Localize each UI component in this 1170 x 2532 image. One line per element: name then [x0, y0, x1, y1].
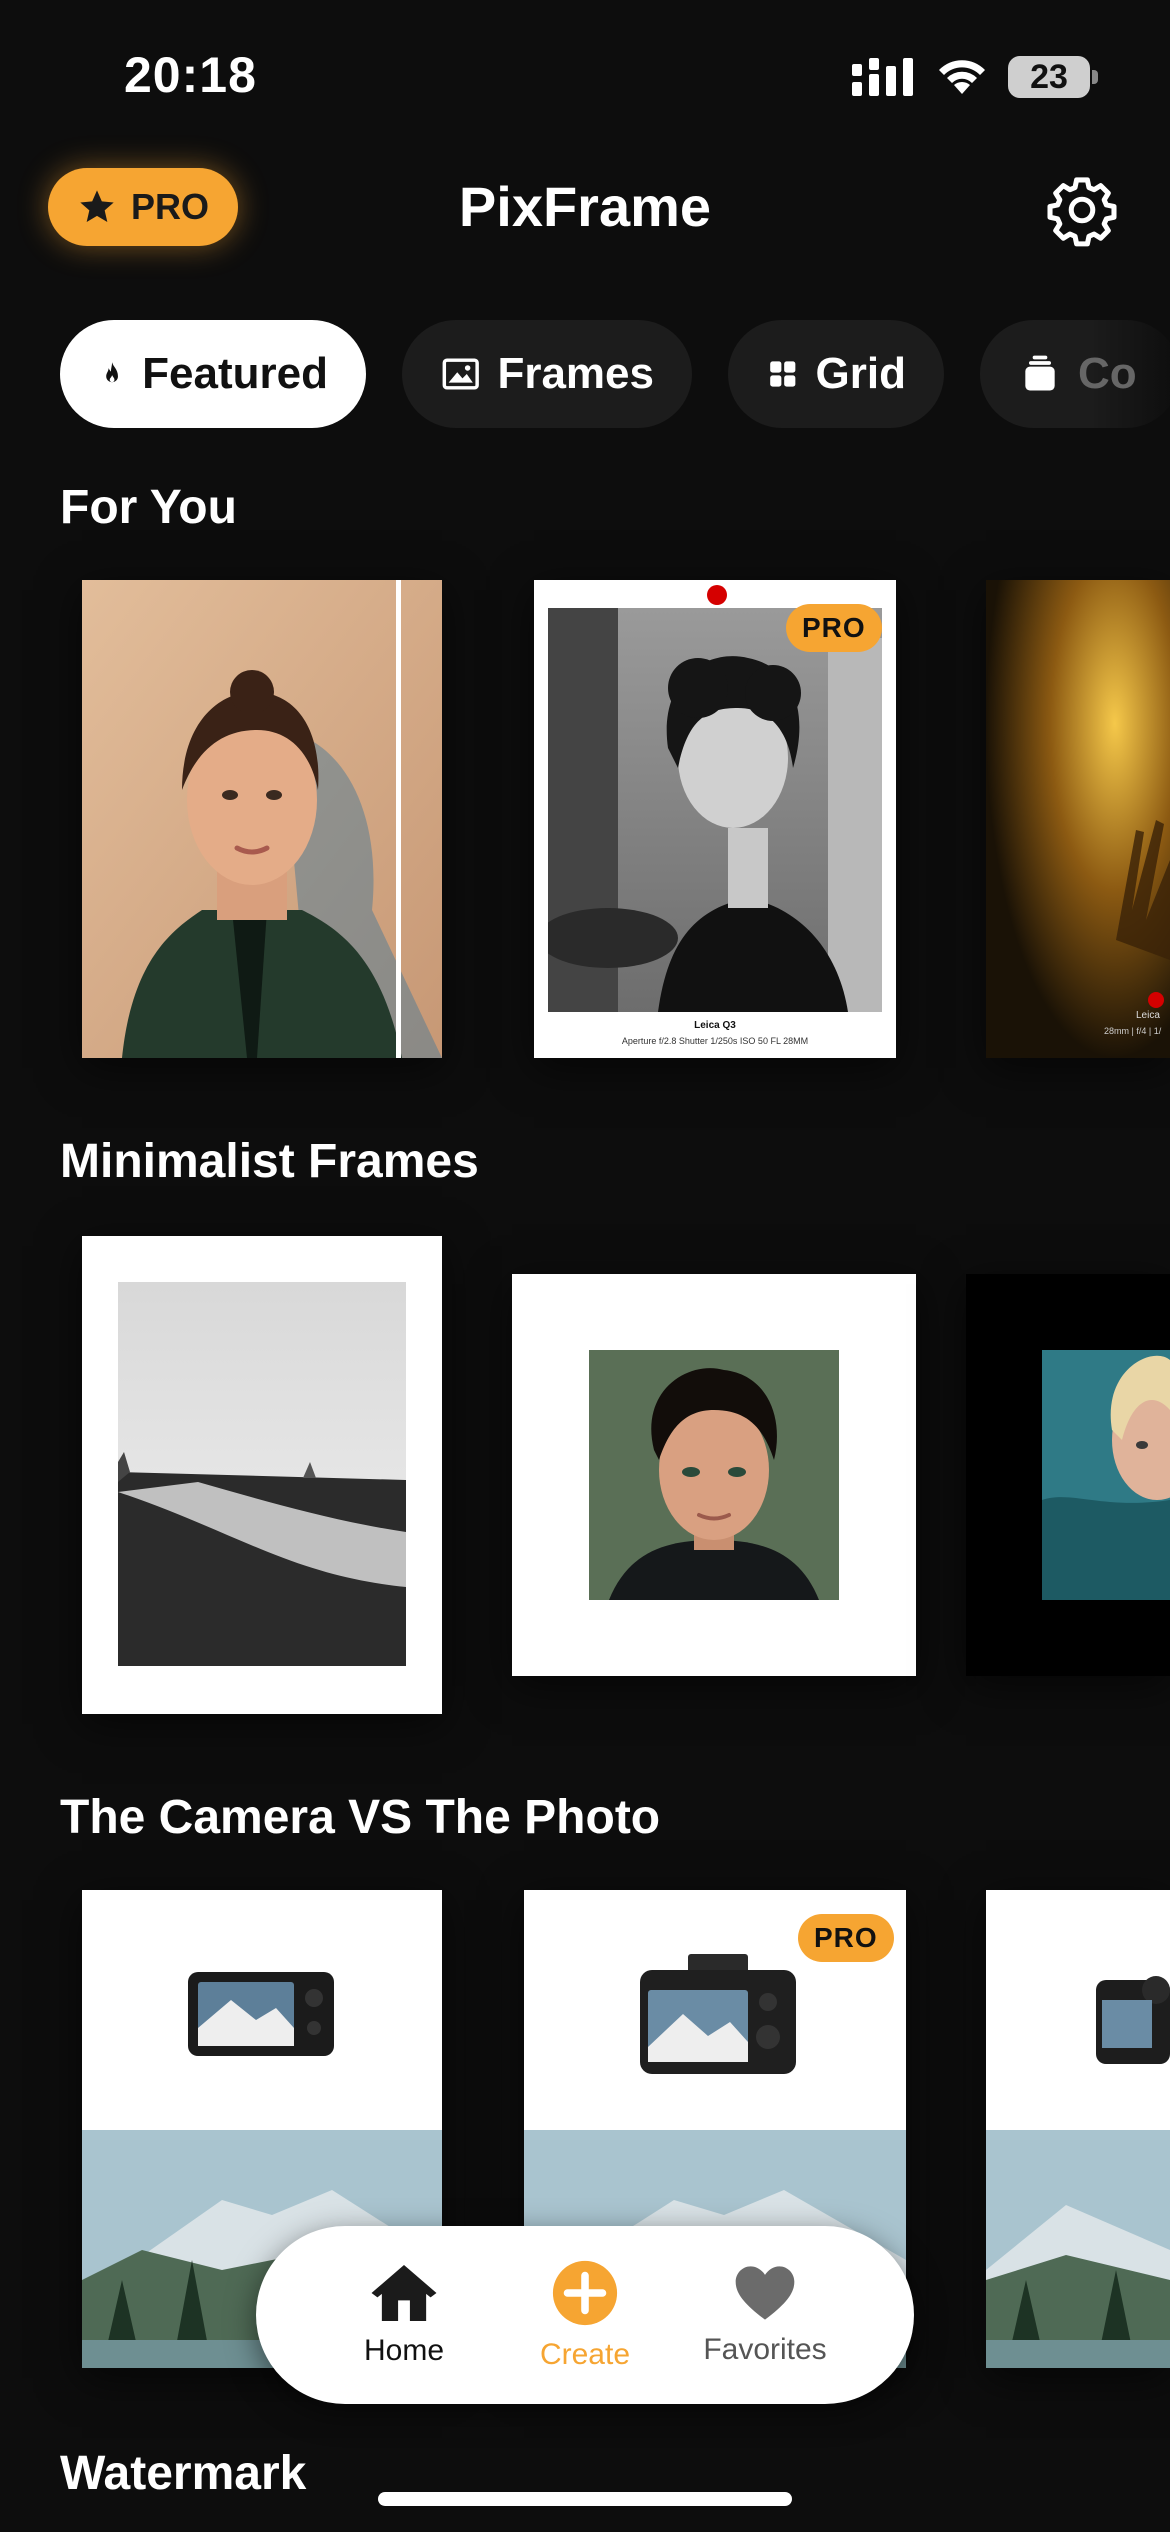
beach-photo [118, 1282, 406, 1666]
template-card[interactable] [966, 1274, 1170, 1676]
tab-label: Grid [815, 349, 906, 398]
man-portrait-photo [589, 1350, 839, 1600]
tab-label: Featured [142, 349, 328, 398]
battery-indicator: 23 [1008, 56, 1090, 98]
signal-icon [852, 58, 913, 96]
status-time: 20:18 [124, 47, 257, 103]
stack-icon [1025, 355, 1055, 391]
home-icon [371, 2264, 437, 2322]
flame-icon [106, 362, 118, 383]
leica-logo [707, 585, 727, 605]
pro-badge: PRO [786, 604, 882, 652]
section-title-minimalist: Minimalist Frames [60, 1135, 479, 1188]
tab-frames[interactable]: Frames [402, 320, 692, 428]
camera-model: Leica Q3 [694, 1020, 736, 1031]
template-card[interactable] [986, 1890, 1170, 2368]
section-title-for-you: For You [60, 481, 237, 534]
camera-model: Leica [1136, 1010, 1160, 1021]
nav-label: Create [539, 2338, 631, 2371]
portrait-photo [82, 580, 442, 1058]
tab-label: Co [1078, 349, 1137, 398]
nav-label: Favorites [703, 2333, 827, 2366]
nav-create[interactable]: Create [495, 2226, 675, 2404]
template-card[interactable] [82, 580, 442, 1058]
tab-featured[interactable]: Featured [60, 320, 366, 428]
section-title-camera-vs-photo: The Camera VS The Photo [60, 1791, 661, 1844]
app-title: PixFrame [458, 175, 712, 238]
battery-nub [1092, 70, 1098, 84]
swimmer-photo [1042, 1350, 1170, 1600]
wifi-icon [939, 60, 985, 94]
section-title-watermark: Watermark [60, 2447, 307, 2500]
tab-label: Frames [497, 349, 654, 398]
light-shadow-photo [986, 580, 1170, 1058]
exif-info: 28mm | f/4 | 1/ [1104, 1026, 1162, 1036]
nav-favorites[interactable]: Favorites [675, 2226, 855, 2404]
template-card[interactable]: Leica 28mm | f/4 | 1/ [986, 580, 1170, 1058]
mountain-photo [986, 2130, 1170, 2368]
tab-collage[interactable]: Co [980, 320, 1170, 428]
medium-format-camera-icon [640, 1954, 796, 2074]
nav-label: Home [363, 2334, 445, 2367]
grid-icon [770, 361, 796, 387]
tab-grid[interactable]: Grid [728, 320, 944, 428]
compact-camera-icon [188, 1972, 334, 2056]
image-icon [442, 358, 479, 390]
home-indicator [378, 2492, 792, 2506]
heart-icon [735, 2266, 795, 2320]
plus-icon [552, 2260, 618, 2326]
leica-logo [1148, 992, 1164, 1008]
pro-badge: PRO [798, 1914, 894, 1962]
gear-icon[interactable] [1044, 172, 1120, 248]
exif-info: Aperture f/2.8 Shutter 1/250s ISO 50 FL … [621, 1036, 809, 1046]
template-card[interactable] [512, 1274, 916, 1676]
nav-home[interactable]: Home [314, 2226, 494, 2404]
template-card[interactable]: PRO Leica Q3 Aperture f/2.8 Shutter 1/25… [534, 580, 896, 1058]
dslr-camera-icon [1096, 1976, 1170, 2064]
template-card[interactable] [82, 1236, 442, 1714]
bw-portrait-photo [548, 608, 882, 1012]
bottom-nav-bar: Home Create Favorites [256, 2226, 914, 2404]
